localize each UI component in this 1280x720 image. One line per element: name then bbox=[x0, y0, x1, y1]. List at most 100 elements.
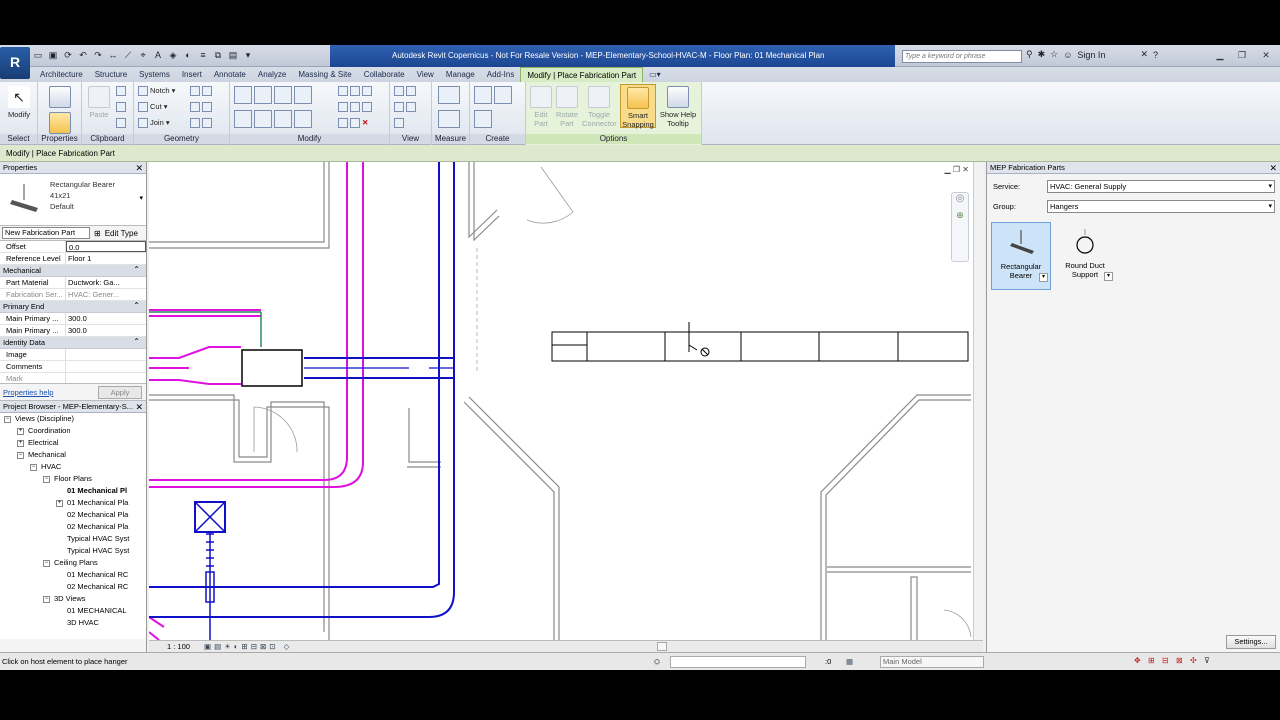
browser-node[interactable]: 01 Mechanical Pl bbox=[0, 485, 146, 497]
measure-icon[interactable]: ↔ bbox=[107, 49, 119, 61]
ribbon-minimize-icon[interactable]: ▭▾ bbox=[643, 67, 667, 82]
tab-systems[interactable]: Systems bbox=[133, 67, 176, 82]
browser-node[interactable]: 02 Mechanical Pla bbox=[0, 509, 146, 521]
type-selector[interactable]: Rectangular Bearer 41x21 Default ▾ bbox=[0, 174, 146, 226]
text-icon[interactable]: A bbox=[152, 49, 164, 61]
property-value[interactable] bbox=[66, 361, 146, 372]
part-dropdown-icon[interactable]: ▾ bbox=[1039, 273, 1048, 282]
select-underlay-icon[interactable]: ⊞ bbox=[1148, 656, 1158, 666]
restore-icon[interactable]: ❐ bbox=[1234, 49, 1250, 62]
property-group-header[interactable]: Mechanical bbox=[0, 264, 146, 277]
browser-node[interactable]: +01 Mechanical Pla bbox=[0, 497, 146, 509]
workset-dropdown[interactable] bbox=[670, 656, 806, 668]
tag-icon[interactable]: ⌖ bbox=[137, 49, 149, 61]
view-icons-2[interactable] bbox=[394, 102, 418, 113]
property-value[interactable]: 0.0 bbox=[66, 241, 146, 252]
tab-structure[interactable]: Structure bbox=[89, 67, 133, 82]
sync-icon[interactable]: ⟳ bbox=[62, 49, 74, 61]
paste-button[interactable]: Paste bbox=[86, 86, 112, 119]
design-option-dropdown[interactable]: Main Model bbox=[880, 656, 984, 668]
browser-node[interactable]: 02 Mechanical Pla bbox=[0, 521, 146, 533]
user-icon[interactable]: ☺ bbox=[1063, 50, 1072, 60]
design-options-icon[interactable]: ▦ bbox=[846, 653, 853, 670]
geometry-tool-1-icon[interactable] bbox=[190, 86, 214, 97]
move-icon[interactable] bbox=[234, 110, 314, 128]
switch-windows-icon[interactable]: ▤ bbox=[227, 49, 239, 61]
copy-icon[interactable] bbox=[116, 102, 128, 113]
tab-modify-place-fabrication-part[interactable]: Modify | Place Fabrication Part bbox=[520, 67, 644, 82]
dimension-icon[interactable]: ⟋ bbox=[122, 49, 134, 61]
notch-button[interactable]: Notch ▾ bbox=[138, 86, 175, 97]
type-properties-button[interactable] bbox=[46, 112, 74, 136]
browser-node[interactable]: 01 MECHANICAL bbox=[0, 605, 146, 617]
undo-icon[interactable]: ↶ bbox=[77, 49, 89, 61]
binoculars-icon[interactable]: ⚲ bbox=[1026, 49, 1033, 60]
view-window-controls[interactable]: ▁ ❐ ✕ bbox=[945, 165, 969, 174]
property-group-header[interactable]: Identity Data bbox=[0, 336, 146, 349]
open-icon[interactable]: ▭ bbox=[32, 49, 44, 61]
tab-architecture[interactable]: Architecture bbox=[34, 67, 89, 82]
tab-add-ins[interactable]: Add-Ins bbox=[481, 67, 521, 82]
help-search-input[interactable]: Type a keyword or phrase bbox=[902, 50, 1022, 63]
smart-snapping-button[interactable]: Smart Snapping bbox=[620, 84, 656, 129]
select-links-icon[interactable]: ✥ bbox=[1134, 656, 1144, 666]
edit-type-button[interactable]: Edit Type bbox=[105, 229, 138, 238]
expand-toggle-icon[interactable]: + bbox=[17, 427, 24, 435]
expand-toggle-icon[interactable]: − bbox=[17, 451, 24, 459]
tab-analyze[interactable]: Analyze bbox=[252, 67, 292, 82]
aligned-dimension-icon[interactable] bbox=[438, 110, 462, 128]
navigation-bar[interactable]: ◎ ⊕ bbox=[951, 192, 969, 262]
create-similar-icon[interactable] bbox=[474, 110, 494, 128]
browser-node[interactable]: Typical HVAC Syst bbox=[0, 545, 146, 557]
properties-close-icon[interactable]: ✕ bbox=[135, 162, 143, 174]
browser-node[interactable]: − Mechanical bbox=[0, 449, 146, 461]
properties-button[interactable] bbox=[46, 86, 74, 110]
rotate-part-button[interactable]: Rotate Part bbox=[554, 86, 580, 128]
property-value[interactable]: HVAC: Gener... bbox=[66, 289, 146, 300]
match-properties-icon[interactable] bbox=[116, 118, 128, 129]
save-icon[interactable]: ▣ bbox=[47, 49, 59, 61]
project-browser-close-icon[interactable]: ✕ bbox=[135, 401, 143, 413]
property-value[interactable] bbox=[66, 349, 146, 360]
browser-node[interactable]: − Floor Plans bbox=[0, 473, 146, 485]
minimize-icon[interactable]: ▁ bbox=[1212, 49, 1228, 62]
sign-in-link[interactable]: Sign In bbox=[1077, 50, 1105, 60]
browser-node[interactable]: 3D HVAC bbox=[0, 617, 146, 629]
tab-manage[interactable]: Manage bbox=[440, 67, 481, 82]
tab-insert[interactable]: Insert bbox=[176, 67, 208, 82]
measure-between-icon[interactable] bbox=[438, 86, 462, 104]
group-dropdown[interactable]: Hangers bbox=[1047, 200, 1275, 213]
property-row[interactable]: Main Primary ... 300.0 bbox=[0, 325, 146, 337]
view-icons-3[interactable] bbox=[394, 118, 406, 129]
property-value[interactable]: Ductwork: Ga... bbox=[66, 277, 146, 288]
part-dropdown-icon[interactable]: ▾ bbox=[1104, 272, 1113, 281]
help-icon[interactable]: ? bbox=[1153, 50, 1158, 60]
settings-button[interactable]: Settings... bbox=[1226, 635, 1276, 649]
property-row[interactable]: Main Primary ... 300.0 bbox=[0, 313, 146, 325]
horizontal-scroll-thumb[interactable] bbox=[657, 642, 667, 651]
filter-icon[interactable]: ⊽ bbox=[1204, 656, 1214, 666]
browser-node[interactable]: −3D Views bbox=[0, 593, 146, 605]
expand-toggle-icon[interactable]: + bbox=[17, 439, 24, 447]
fab-parts-close-icon[interactable]: ✕ bbox=[1269, 162, 1277, 174]
tab-collaborate[interactable]: Collaborate bbox=[358, 67, 411, 82]
property-row[interactable]: Comments bbox=[0, 361, 146, 373]
favorites-icon[interactable]: ☆ bbox=[1050, 49, 1058, 60]
property-row[interactable]: Mark bbox=[0, 373, 146, 383]
browser-node[interactable]: + Coordination bbox=[0, 425, 146, 437]
tab-view[interactable]: View bbox=[411, 67, 440, 82]
modify-button[interactable]: ↖ Modify bbox=[4, 86, 34, 119]
select-pinned-icon[interactable]: ⊟ bbox=[1162, 656, 1172, 666]
geometry-tool-2-icon[interactable] bbox=[190, 102, 214, 113]
expand-toggle-icon[interactable]: − bbox=[30, 463, 37, 471]
view-scale[interactable]: 1 : 100 bbox=[167, 641, 190, 652]
edit-part-button[interactable]: Edit Part bbox=[528, 86, 554, 128]
3d-view-icon[interactable]: ◈ bbox=[167, 49, 179, 61]
exchange-icon[interactable]: ✕ bbox=[1140, 49, 1148, 60]
property-row[interactable]: Offset 0.0 bbox=[0, 241, 146, 253]
view-icons[interactable] bbox=[394, 86, 418, 97]
drawing-canvas[interactable]: ◎ ⊕ ▁ ❐ ✕ bbox=[149, 162, 973, 640]
property-value[interactable] bbox=[66, 373, 146, 383]
worksets-icon[interactable]: ⛭ bbox=[654, 653, 660, 670]
subscription-icon[interactable]: ✱ bbox=[1038, 49, 1046, 60]
